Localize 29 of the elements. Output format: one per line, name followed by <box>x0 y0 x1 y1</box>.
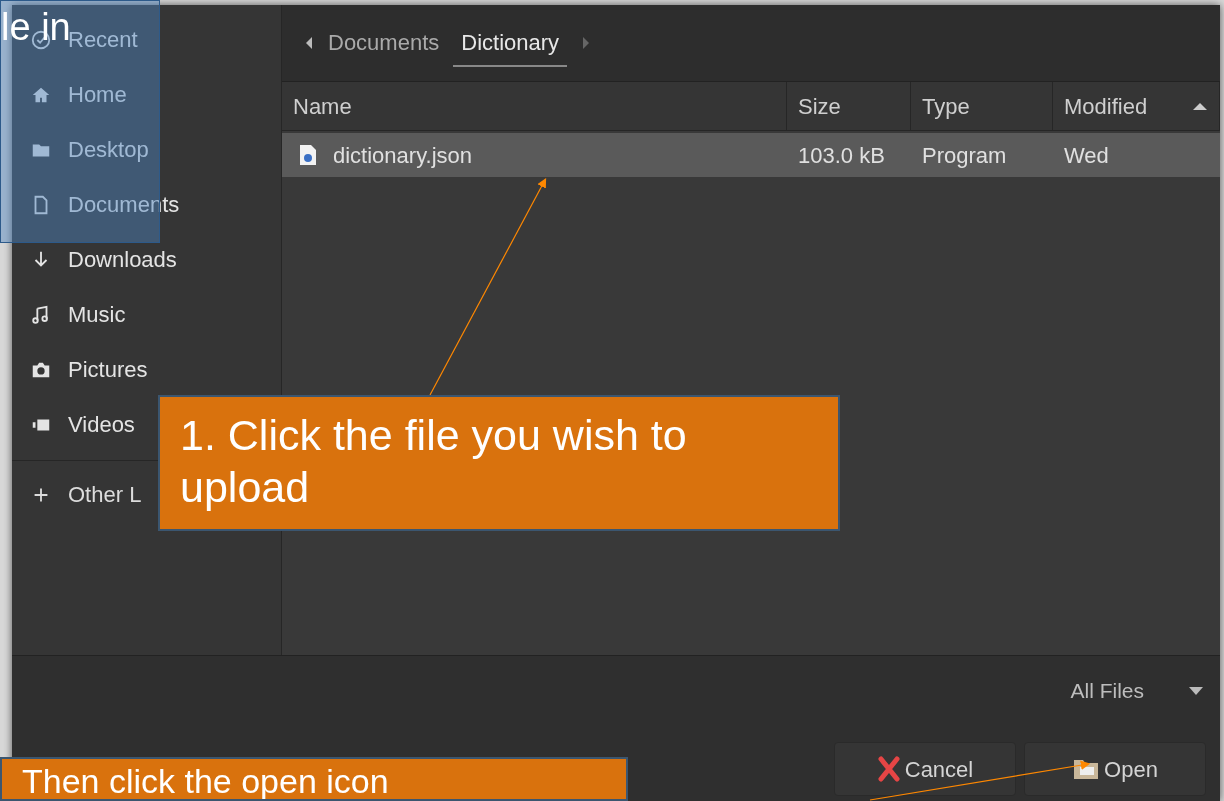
sort-ascending-icon[interactable] <box>1192 101 1208 111</box>
left-arrow-icon[interactable] <box>304 36 314 50</box>
column-header[interactable]: Type <box>922 89 970 123</box>
sidebar-item[interactable]: Videos <box>68 413 135 436</box>
sidebar-item[interactable]: Pictures <box>68 358 148 381</box>
callout-box: 1. Click the file you wish to upload <box>158 395 840 531</box>
sidebar-item[interactable]: Other L <box>68 484 142 506</box>
sidebar-item[interactable]: Music <box>68 303 126 326</box>
table-cell-text: Program <box>922 141 1007 170</box>
table-cell-text: 103.0 kB <box>798 141 885 170</box>
dropdown-caret-icon <box>1188 686 1204 696</box>
dialog-button[interactable]: Open <box>1024 742 1206 796</box>
file-filter-dropdown[interactable]: All Files <box>1070 672 1206 710</box>
table-cell-text: dictionary.json <box>333 141 472 170</box>
file-row[interactable]: dictionary.json 103.0 kB Program Wed <box>282 133 1220 177</box>
path-segment[interactable]: Dictionary <box>453 19 568 67</box>
column-header[interactable]: Modified <box>1064 89 1148 123</box>
column-header[interactable]: Name <box>293 89 352 123</box>
sidebar-item[interactable]: Home <box>68 83 127 106</box>
column-header[interactable]: Size <box>798 89 841 123</box>
file-icon <box>299 144 317 166</box>
table-cell-text: Wed <box>1064 141 1109 170</box>
sidebar-item[interactable]: Recent <box>68 28 138 51</box>
path-segment[interactable]: Documents <box>320 19 448 67</box>
right-arrow-icon[interactable] <box>581 36 592 50</box>
dialog-button[interactable]: Cancel <box>834 742 1016 796</box>
cross-icon <box>876 756 901 782</box>
sidebar-item[interactable]: Downloads <box>68 248 177 271</box>
sidebar-item[interactable]: Desktop <box>68 138 149 161</box>
